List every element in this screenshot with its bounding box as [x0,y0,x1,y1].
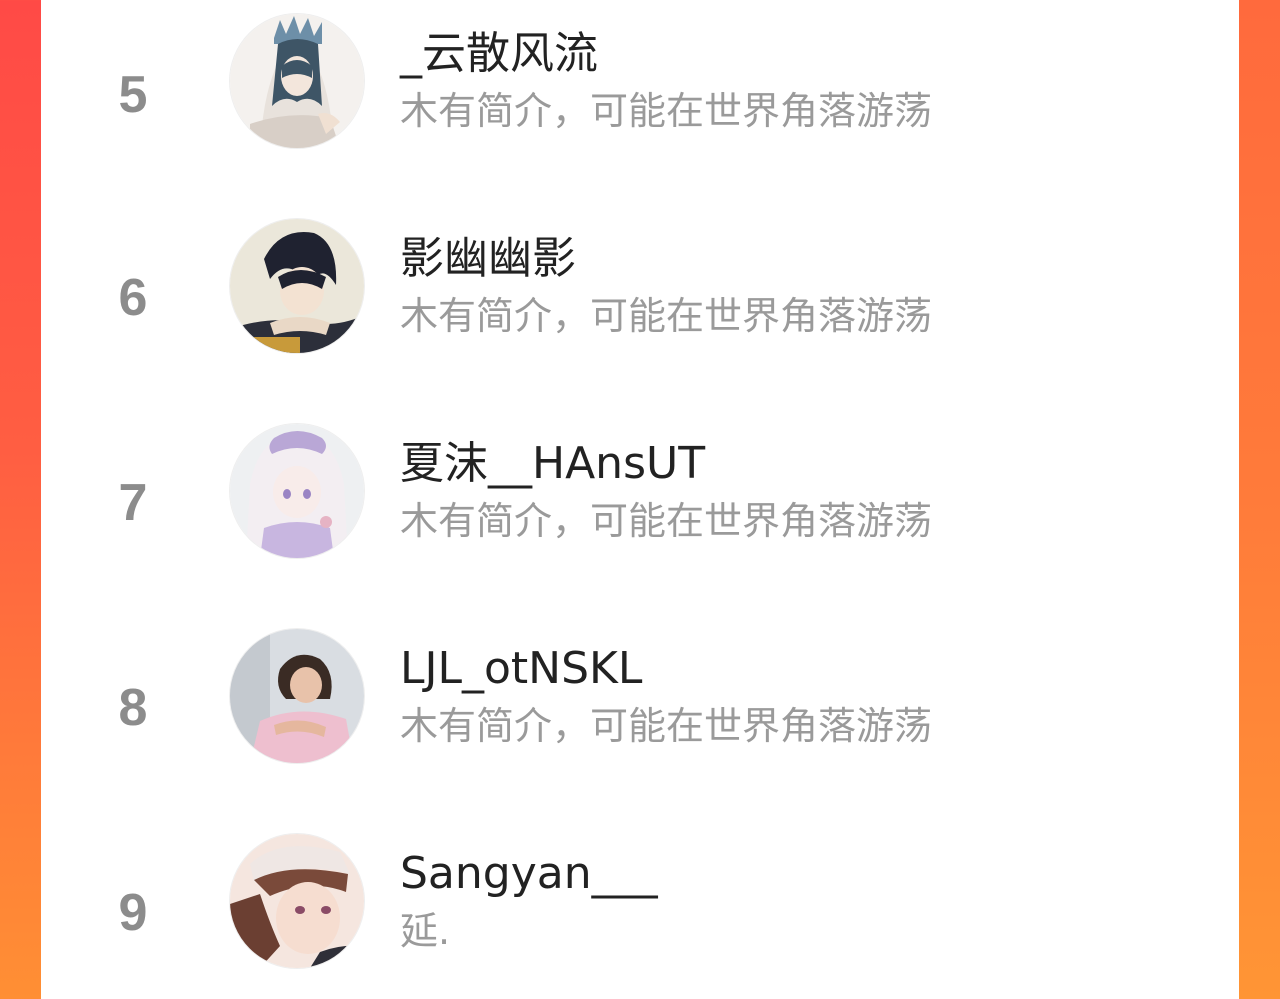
list-item[interactable]: 5 _云散风流 木有简介，可能在世界角落游荡 [41,12,1239,182]
user-bio: 木有简介，可能在世界角落游荡 [400,294,933,338]
user-bio: 木有简介，可能在世界角落游荡 [400,499,933,543]
list-item[interactable]: 6 影幽幽影 木有简介，可能在世界角落游荡 [41,217,1239,387]
avatar-anime-man-cap-icon [230,834,364,968]
avatar-anime-lavender-girl-icon [230,424,364,558]
user-name[interactable]: 影幽幽影 [400,231,576,287]
user-name[interactable]: LJL_otNSKL [400,641,642,697]
user-bio: 延. [400,909,451,953]
user-name[interactable]: Sangyan___ [400,846,658,902]
rank-number: 7 [118,474,148,532]
user-name[interactable]: 夏沫__HAnsUT [400,436,705,492]
avatar[interactable] [230,629,364,763]
rank-number: 9 [118,884,148,942]
right-background-edge [1238,0,1280,999]
avatar[interactable] [230,834,364,968]
list-item[interactable]: 9 Sangyan___ 延. [41,832,1239,999]
list-item[interactable]: 7 夏沫__HAnsUT 木有简介，可能在世界角落游荡 [41,422,1239,592]
user-name[interactable]: _云散风流 [400,26,598,82]
avatar[interactable] [230,424,364,558]
rank-number: 5 [118,66,148,124]
avatar-anime-crowned-girl-icon [230,14,364,148]
avatar-anime-dark-haired-boy-icon [230,219,364,353]
rank-number: 8 [118,679,148,737]
avatar-child-photo-icon [230,629,364,763]
avatar[interactable] [230,14,364,148]
ranking-list-panel: 5 _云散风流 木有简介，可能在世界角落游荡 6 影幽幽影 木有简介，可能在世界… [41,0,1239,999]
list-item[interactable]: 8 LJL_otNSKL 木有简介，可能在世界角落游荡 [41,627,1239,797]
avatar[interactable] [230,219,364,353]
rank-number: 6 [118,269,148,327]
user-bio: 木有简介，可能在世界角落游荡 [400,89,933,133]
user-bio: 木有简介，可能在世界角落游荡 [400,704,933,748]
